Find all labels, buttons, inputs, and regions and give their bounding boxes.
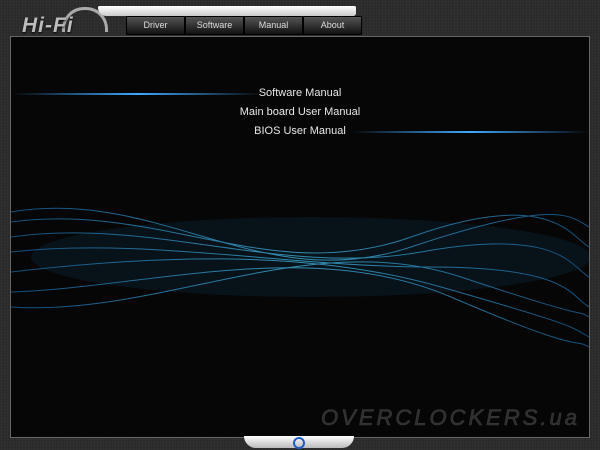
logo-text: Hi-Fi — [22, 14, 74, 37]
software-manual-link[interactable]: Software Manual — [11, 87, 589, 99]
tab-about[interactable]: About — [303, 16, 362, 35]
watermark: OVERCLOCKERS.ua — [321, 405, 580, 431]
content-panel: Software Manual Main board User Manual B… — [10, 36, 590, 438]
tab-software[interactable]: Software — [185, 16, 244, 35]
bios-manual-link[interactable]: BIOS User Manual — [11, 125, 589, 137]
power-icon — [293, 437, 305, 449]
tab-manual[interactable]: Manual — [244, 16, 303, 35]
nav-tabs: Driver Software Manual About — [126, 16, 362, 35]
title-bar — [98, 6, 356, 16]
tab-driver[interactable]: Driver — [126, 16, 185, 35]
power-button[interactable] — [244, 436, 354, 449]
mainboard-manual-link[interactable]: Main board User Manual — [11, 106, 589, 118]
